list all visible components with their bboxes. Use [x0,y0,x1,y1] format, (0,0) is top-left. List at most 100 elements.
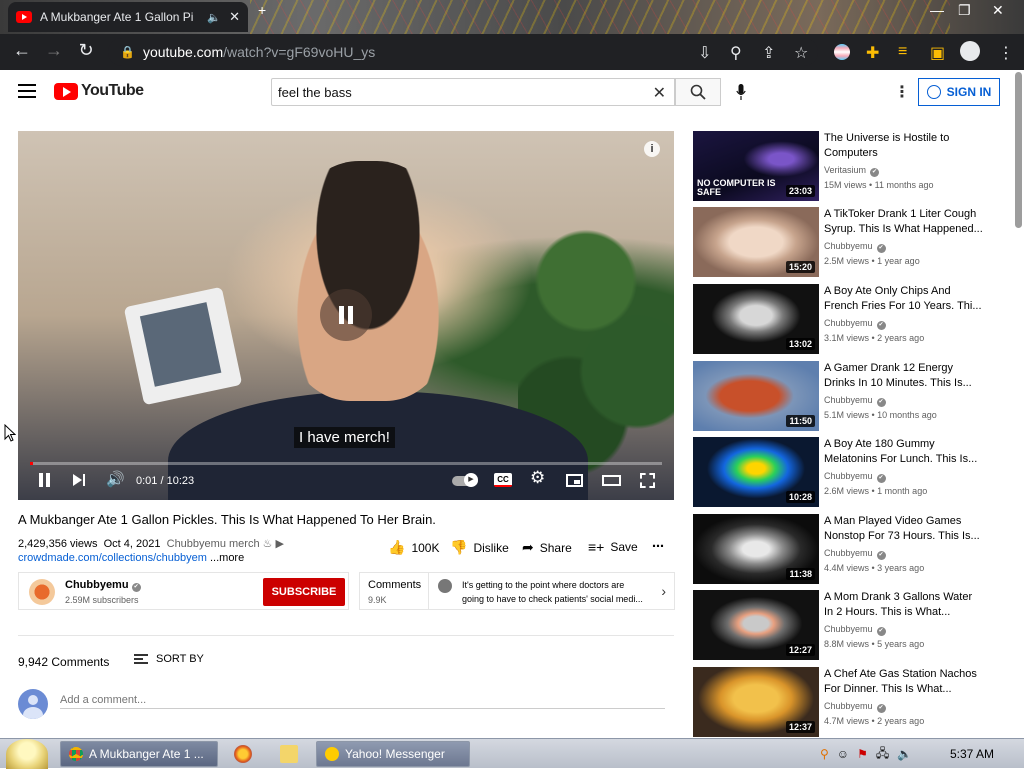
fullscreen-button[interactable] [640,473,655,488]
dislike-button[interactable]: 👎 Dislike [450,539,509,556]
clear-search-icon[interactable]: ✕ [653,83,666,103]
show-more-link[interactable]: ...more [210,552,244,564]
security-tray-icon[interactable]: ⚑ [857,747,868,761]
search-tray-icon[interactable]: ⚲ [820,747,829,761]
recommendation-channel[interactable]: Chubbyemu [824,241,886,253]
comments-teaser[interactable]: Comments 9.9K It's getting to the point … [359,572,675,610]
forward-arrow-icon[interactable]: → [38,40,70,61]
recommendation-item[interactable]: 15:20 A TikToker Drank 1 Liter Cough Syr… [693,207,1003,277]
media-queue-icon[interactable]: ≡ [898,43,907,61]
recommendation-title[interactable]: A Boy Ate Only Chips And French Fries Fo… [824,284,984,314]
info-icon[interactable]: i [644,141,660,157]
channel-name[interactable]: Chubbyemu ✔ [65,579,141,592]
bookmark-star-icon[interactable]: ☆ [794,43,808,63]
browser-tab-active[interactable]: A Mukbanger Ate 1 Gallon Pi 🔈 ✕ [8,2,248,32]
progress-bar[interactable] [30,462,662,465]
messenger-tray-icon[interactable]: ☺ [837,747,849,761]
progress-fill [30,462,34,465]
pause-button[interactable] [38,473,52,487]
zoom-icon[interactable]: ⚲ [730,43,742,63]
add-comment-input[interactable] [60,691,665,709]
folder-icon[interactable] [280,745,298,763]
network-tray-icon[interactable]: 🖧 [876,744,889,765]
address-bar[interactable]: 🔒 youtube.com/watch?v=gF69voHU_ys [108,38,818,66]
channel-avatar[interactable] [29,579,55,605]
share-icon[interactable]: ⇪ [762,43,775,63]
install-icon[interactable]: ⇩ [698,43,711,63]
recommendation-item[interactable]: 11:50 A Gamer Drank 12 Energy Drinks In … [693,361,1003,431]
miniplayer-button[interactable] [566,474,583,487]
video-thumbnail[interactable]: 11:38 [693,514,819,584]
start-button[interactable] [6,739,48,769]
speaker-icon[interactable]: 🔈 [207,11,221,24]
extension-flag-icon[interactable] [834,44,850,60]
recommendation-title[interactable]: A Chef Ate Gas Station Nachos For Dinner… [824,667,984,697]
recommendation-channel[interactable]: Chubbyemu [824,395,886,407]
video-thumbnail[interactable]: 13:02 [693,284,819,354]
next-video-button[interactable] [73,473,87,487]
microphone-icon[interactable] [736,84,746,100]
video-thumbnail[interactable]: 12:27 [693,590,819,660]
video-thumbnail[interactable]: 10:28 [693,437,819,507]
video-thumbnail[interactable]: 11:50 [693,361,819,431]
tab-close-icon[interactable]: ✕ [229,9,240,25]
youtube-logo[interactable]: YouTube [54,82,144,100]
firefox-icon[interactable] [234,745,252,763]
search-input[interactable] [278,84,648,100]
chrome-menu-icon[interactable]: ⋮ [998,43,1014,63]
new-tab-icon[interactable]: + [258,2,266,18]
share-button[interactable]: ➦ Share [522,539,572,556]
comments-label: Comments [368,579,422,591]
recommendation-channel[interactable]: Chubbyemu [824,471,886,483]
recommendation-channel[interactable]: Chubbyemu [824,624,886,636]
back-arrow-icon[interactable]: ← [6,40,38,61]
recommendation-title[interactable]: A Boy Ate 180 Gummy Melatonins For Lunch… [824,437,984,467]
video-thumbnail[interactable]: 15:20 [693,207,819,277]
recommendation-item[interactable]: 12:37 A Chef Ate Gas Station Nachos For … [693,667,1003,737]
minimize-icon[interactable]: — [930,2,944,18]
recommendation-title[interactable]: A TikToker Drank 1 Liter Cough Syrup. Th… [824,207,984,237]
recommendation-channel[interactable]: Chubbyemu [824,701,886,713]
captions-button[interactable]: CC [494,473,512,487]
recommendation-item[interactable]: 13:02 A Boy Ate Only Chips And French Fr… [693,284,1003,354]
taskbar-item-chrome[interactable]: A Mukbanger Ate 1 ... [60,741,218,767]
recommendation-item[interactable]: 12:27 A Mom Drank 3 Gallons Water In 2 H… [693,590,1003,660]
page-scrollbar[interactable] [1015,72,1022,228]
chevron-right-icon[interactable]: › [661,583,666,599]
like-button[interactable]: 👍 100K [388,539,439,556]
maximize-icon[interactable]: ❐ [958,2,971,19]
hamburger-menu-icon[interactable] [18,84,36,98]
recommendation-channel[interactable]: Chubbyemu [824,548,886,560]
search-button[interactable] [675,78,721,106]
sign-in-button[interactable]: SIGN IN [918,78,1000,106]
video-player[interactable]: i I have merch! 🔊 0:01 / 10:23 CC ⚙ [18,131,674,500]
extensions-puzzle-icon[interactable]: ✚ [866,43,879,63]
more-actions-icon[interactable]: ⋯ [652,539,664,553]
sort-by-button[interactable]: SORT BY [134,653,204,665]
settings-gear-icon[interactable]: ⚙ [530,468,545,488]
recommendation-title[interactable]: A Gamer Drank 12 Energy Drinks In 10 Min… [824,361,984,391]
recommendation-title[interactable]: A Mom Drank 3 Gallons Water In 2 Hours. … [824,590,984,620]
recommendation-item[interactable]: 11:38 A Man Played Video Games Nonstop F… [693,514,1003,584]
theater-mode-button[interactable] [602,475,621,486]
more-options-icon[interactable]: ⋮ [894,82,910,102]
recommendation-channel[interactable]: Veritasium [824,165,879,177]
save-button[interactable]: ≡+ Save [588,539,638,555]
subscribe-button[interactable]: SUBSCRIBE [263,578,345,606]
reload-icon[interactable]: ↻ [70,40,102,61]
video-thumbnail[interactable]: NO COMPUTER IS SAFE 23:03 [693,131,819,201]
window-close-icon[interactable]: ✕ [992,2,1004,19]
side-panel-icon[interactable]: ▣ [930,43,945,63]
volume-tray-icon[interactable]: 🔈 [897,747,912,761]
taskbar-item-yahoo-messenger[interactable]: Yahoo! Messenger [316,741,470,767]
recommendation-item[interactable]: NO COMPUTER IS SAFE 23:03 The Universe i… [693,131,1003,201]
merch-link[interactable]: crowdmade.com/collections/chubbyem [18,552,207,564]
autoplay-toggle[interactable] [452,473,478,487]
recommendation-item[interactable]: 10:28 A Boy Ate 180 Gummy Melatonins For… [693,437,1003,507]
recommendation-title[interactable]: The Universe is Hostile to Computers [824,131,984,161]
volume-icon[interactable]: 🔊 [106,470,125,488]
recommendation-title[interactable]: A Man Played Video Games Nonstop For 73 … [824,514,984,544]
recommendation-channel[interactable]: Chubbyemu [824,318,886,330]
profile-avatar-icon[interactable] [960,41,980,61]
video-thumbnail[interactable]: 12:37 [693,667,819,737]
